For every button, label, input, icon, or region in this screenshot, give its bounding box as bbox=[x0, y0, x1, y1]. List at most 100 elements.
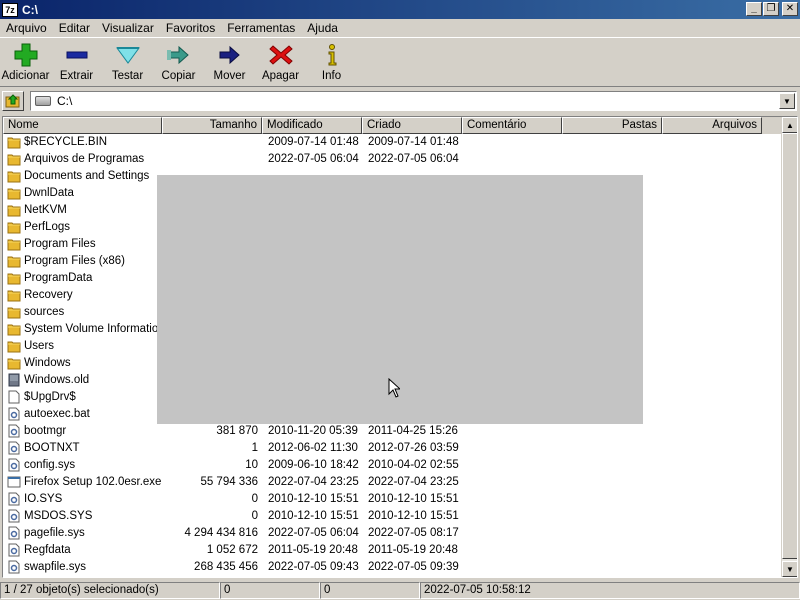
system-file-icon bbox=[8, 458, 20, 472]
column-headers: Nome Tamanho Modificado Criado Comentári… bbox=[3, 117, 797, 134]
maximize-button[interactable]: ❐ bbox=[763, 2, 779, 16]
cell-size: 55 794 336 bbox=[200, 476, 258, 488]
minus-icon bbox=[66, 51, 87, 59]
cell-name: bootmgr bbox=[24, 425, 67, 437]
scroll-thumb[interactable] bbox=[782, 133, 797, 559]
cell-name: Arquivos de Programas bbox=[24, 153, 145, 165]
cell-name: BOOTNXT bbox=[24, 442, 80, 454]
cell-size: 268 435 456 bbox=[194, 561, 258, 573]
overlay-panel bbox=[157, 175, 643, 424]
cell-size: 1 052 672 bbox=[206, 544, 258, 556]
column-header-name[interactable]: Nome bbox=[3, 117, 162, 134]
cell-modified: 2009-07-14 01:48 bbox=[268, 136, 359, 148]
menu-ferramentas[interactable]: Ferramentas bbox=[221, 21, 301, 35]
mouse-cursor-icon bbox=[388, 378, 400, 398]
add-label: Adicionar bbox=[1, 70, 50, 82]
folder-icon bbox=[7, 205, 21, 217]
cell-created: 2022-07-05 09:39 bbox=[368, 561, 459, 573]
address-bar: C:\ ▼ bbox=[0, 90, 800, 112]
copy-button[interactable]: Copiar bbox=[153, 39, 204, 86]
column-header-size[interactable]: Tamanho bbox=[162, 117, 262, 134]
menu-bar: Arquivo Editar Visualizar Favoritos Ferr… bbox=[0, 19, 800, 38]
cell-name: Documents and Settings bbox=[24, 170, 150, 182]
address-input[interactable]: C:\ ▼ bbox=[30, 91, 797, 111]
table-row[interactable]: pagefile.sys 4 294 434 816 2022-07-05 06:0… bbox=[3, 525, 797, 542]
column-header-files[interactable]: Arquivos bbox=[662, 117, 762, 134]
info-button[interactable]: Info bbox=[306, 39, 357, 86]
system-file-icon bbox=[8, 526, 20, 540]
column-header-comment[interactable]: Comentário bbox=[462, 117, 562, 134]
menu-visualizar[interactable]: Visualizar bbox=[96, 21, 160, 35]
cell-name: Users bbox=[24, 340, 55, 352]
system-file-icon bbox=[8, 424, 20, 438]
menu-arquivo[interactable]: Arquivo bbox=[0, 21, 53, 35]
table-row[interactable]: Regfdata 1 052 672 2011-05-19 20:48 2011-05… bbox=[3, 542, 797, 559]
cell-created: 2010-12-10 15:51 bbox=[368, 510, 459, 522]
menu-ajuda[interactable]: Ajuda bbox=[301, 21, 344, 35]
table-row[interactable]: Arquivos de Programas 2022-07-05 06:04 202… bbox=[3, 151, 797, 168]
table-row[interactable]: IO.SYS 0 2010-12-10 15:51 2010-12-10 15:51 bbox=[3, 491, 797, 508]
cell-name: $UpgDrv$ bbox=[24, 391, 76, 403]
folder-icon bbox=[7, 273, 21, 285]
status-size: 0 bbox=[220, 582, 320, 599]
system-file-icon bbox=[8, 560, 20, 574]
scroll-up-button[interactable]: ▲ bbox=[782, 117, 797, 133]
cell-created: 2009-07-14 01:48 bbox=[368, 136, 459, 148]
status-selection: 1 / 27 objeto(s) selecionado(s) bbox=[0, 582, 220, 599]
table-row[interactable]: BOOTNXT 1 2012-06-02 11:30 2012-07-26 03:59 bbox=[3, 440, 797, 457]
table-row[interactable]: config.sys 10 2009-06-10 18:42 2010-04-02 0… bbox=[3, 457, 797, 474]
add-button[interactable]: Adicionar bbox=[0, 39, 51, 86]
test-button[interactable]: Testar bbox=[102, 39, 153, 86]
cell-name: System Volume Information bbox=[24, 323, 165, 335]
test-label: Testar bbox=[111, 70, 144, 82]
folder-icon bbox=[7, 358, 21, 370]
column-header-modified[interactable]: Modificado bbox=[262, 117, 362, 134]
cell-created: 2010-12-10 15:51 bbox=[368, 493, 459, 505]
status-datetime: 2022-07-05 10:58:12 bbox=[420, 582, 800, 599]
table-row[interactable]: bootmgr 381 870 2010-11-20 05:39 2011-04-25… bbox=[3, 423, 797, 440]
cell-size: 381 870 bbox=[216, 425, 258, 437]
menu-favoritos[interactable]: Favoritos bbox=[160, 21, 221, 35]
cell-modified: 2009-06-10 18:42 bbox=[268, 459, 359, 471]
folder-icon bbox=[7, 307, 21, 319]
table-row[interactable]: swapfile.sys 268 435 456 2022-07-05 09:43 2… bbox=[3, 559, 797, 576]
cell-name: sources bbox=[24, 306, 65, 318]
folder-icon bbox=[7, 171, 21, 183]
table-row[interactable]: Firefox Setup 102.0esr.exe 55 794 336 2022… bbox=[3, 474, 797, 491]
up-folder-button[interactable] bbox=[2, 91, 24, 111]
scroll-down-button[interactable]: ▼ bbox=[782, 561, 797, 577]
move-button[interactable]: Mover bbox=[204, 39, 255, 86]
column-header-created[interactable]: Criado bbox=[362, 117, 462, 134]
address-value: C:\ bbox=[57, 94, 73, 108]
cell-name: Program Files bbox=[24, 238, 96, 250]
table-row[interactable]: $RECYCLE.BIN 2009-07-14 01:48 2009-07-14 0… bbox=[3, 134, 797, 151]
extract-button[interactable]: Extrair bbox=[51, 39, 102, 86]
cell-name: PerfLogs bbox=[24, 221, 71, 233]
cell-name: MSDOS.SYS bbox=[24, 510, 93, 522]
delete-button[interactable]: Apagar bbox=[255, 39, 306, 86]
cell-name: NetKVM bbox=[24, 204, 67, 216]
folder-up-icon bbox=[5, 94, 20, 108]
cell-name: Firefox Setup 102.0esr.exe bbox=[24, 476, 162, 488]
cell-modified: 2010-12-10 15:51 bbox=[268, 493, 359, 505]
system-file-icon bbox=[8, 492, 20, 506]
cell-created: 2010-04-02 02:55 bbox=[368, 459, 459, 471]
table-row[interactable]: MSDOS.SYS 0 2010-12-10 15:51 2010-12-10 15:… bbox=[3, 508, 797, 525]
title-bar: 7z C:\ _ ❐ ✕ bbox=[0, 0, 800, 19]
cell-modified: 2012-06-02 11:30 bbox=[268, 442, 358, 454]
system-file-icon bbox=[8, 543, 20, 557]
column-header-folders[interactable]: Pastas bbox=[562, 117, 662, 134]
status-bar: 1 / 27 objeto(s) selecionado(s) 0 0 2022… bbox=[0, 582, 800, 600]
close-button[interactable]: ✕ bbox=[782, 2, 798, 16]
cell-created: 2012-07-26 03:59 bbox=[368, 442, 459, 454]
folder-icon bbox=[7, 341, 21, 353]
vertical-scrollbar[interactable]: ▲ ▼ bbox=[781, 117, 797, 577]
menu-editar[interactable]: Editar bbox=[53, 21, 96, 35]
drive-icon bbox=[35, 96, 51, 106]
copy-arrow-icon bbox=[166, 45, 189, 65]
cell-created: 2022-07-05 08:17 bbox=[368, 527, 459, 539]
minimize-button[interactable]: _ bbox=[746, 2, 762, 16]
folder-icon bbox=[7, 154, 21, 166]
address-dropdown-button[interactable]: ▼ bbox=[779, 93, 795, 109]
cell-name: Recovery bbox=[24, 289, 73, 301]
